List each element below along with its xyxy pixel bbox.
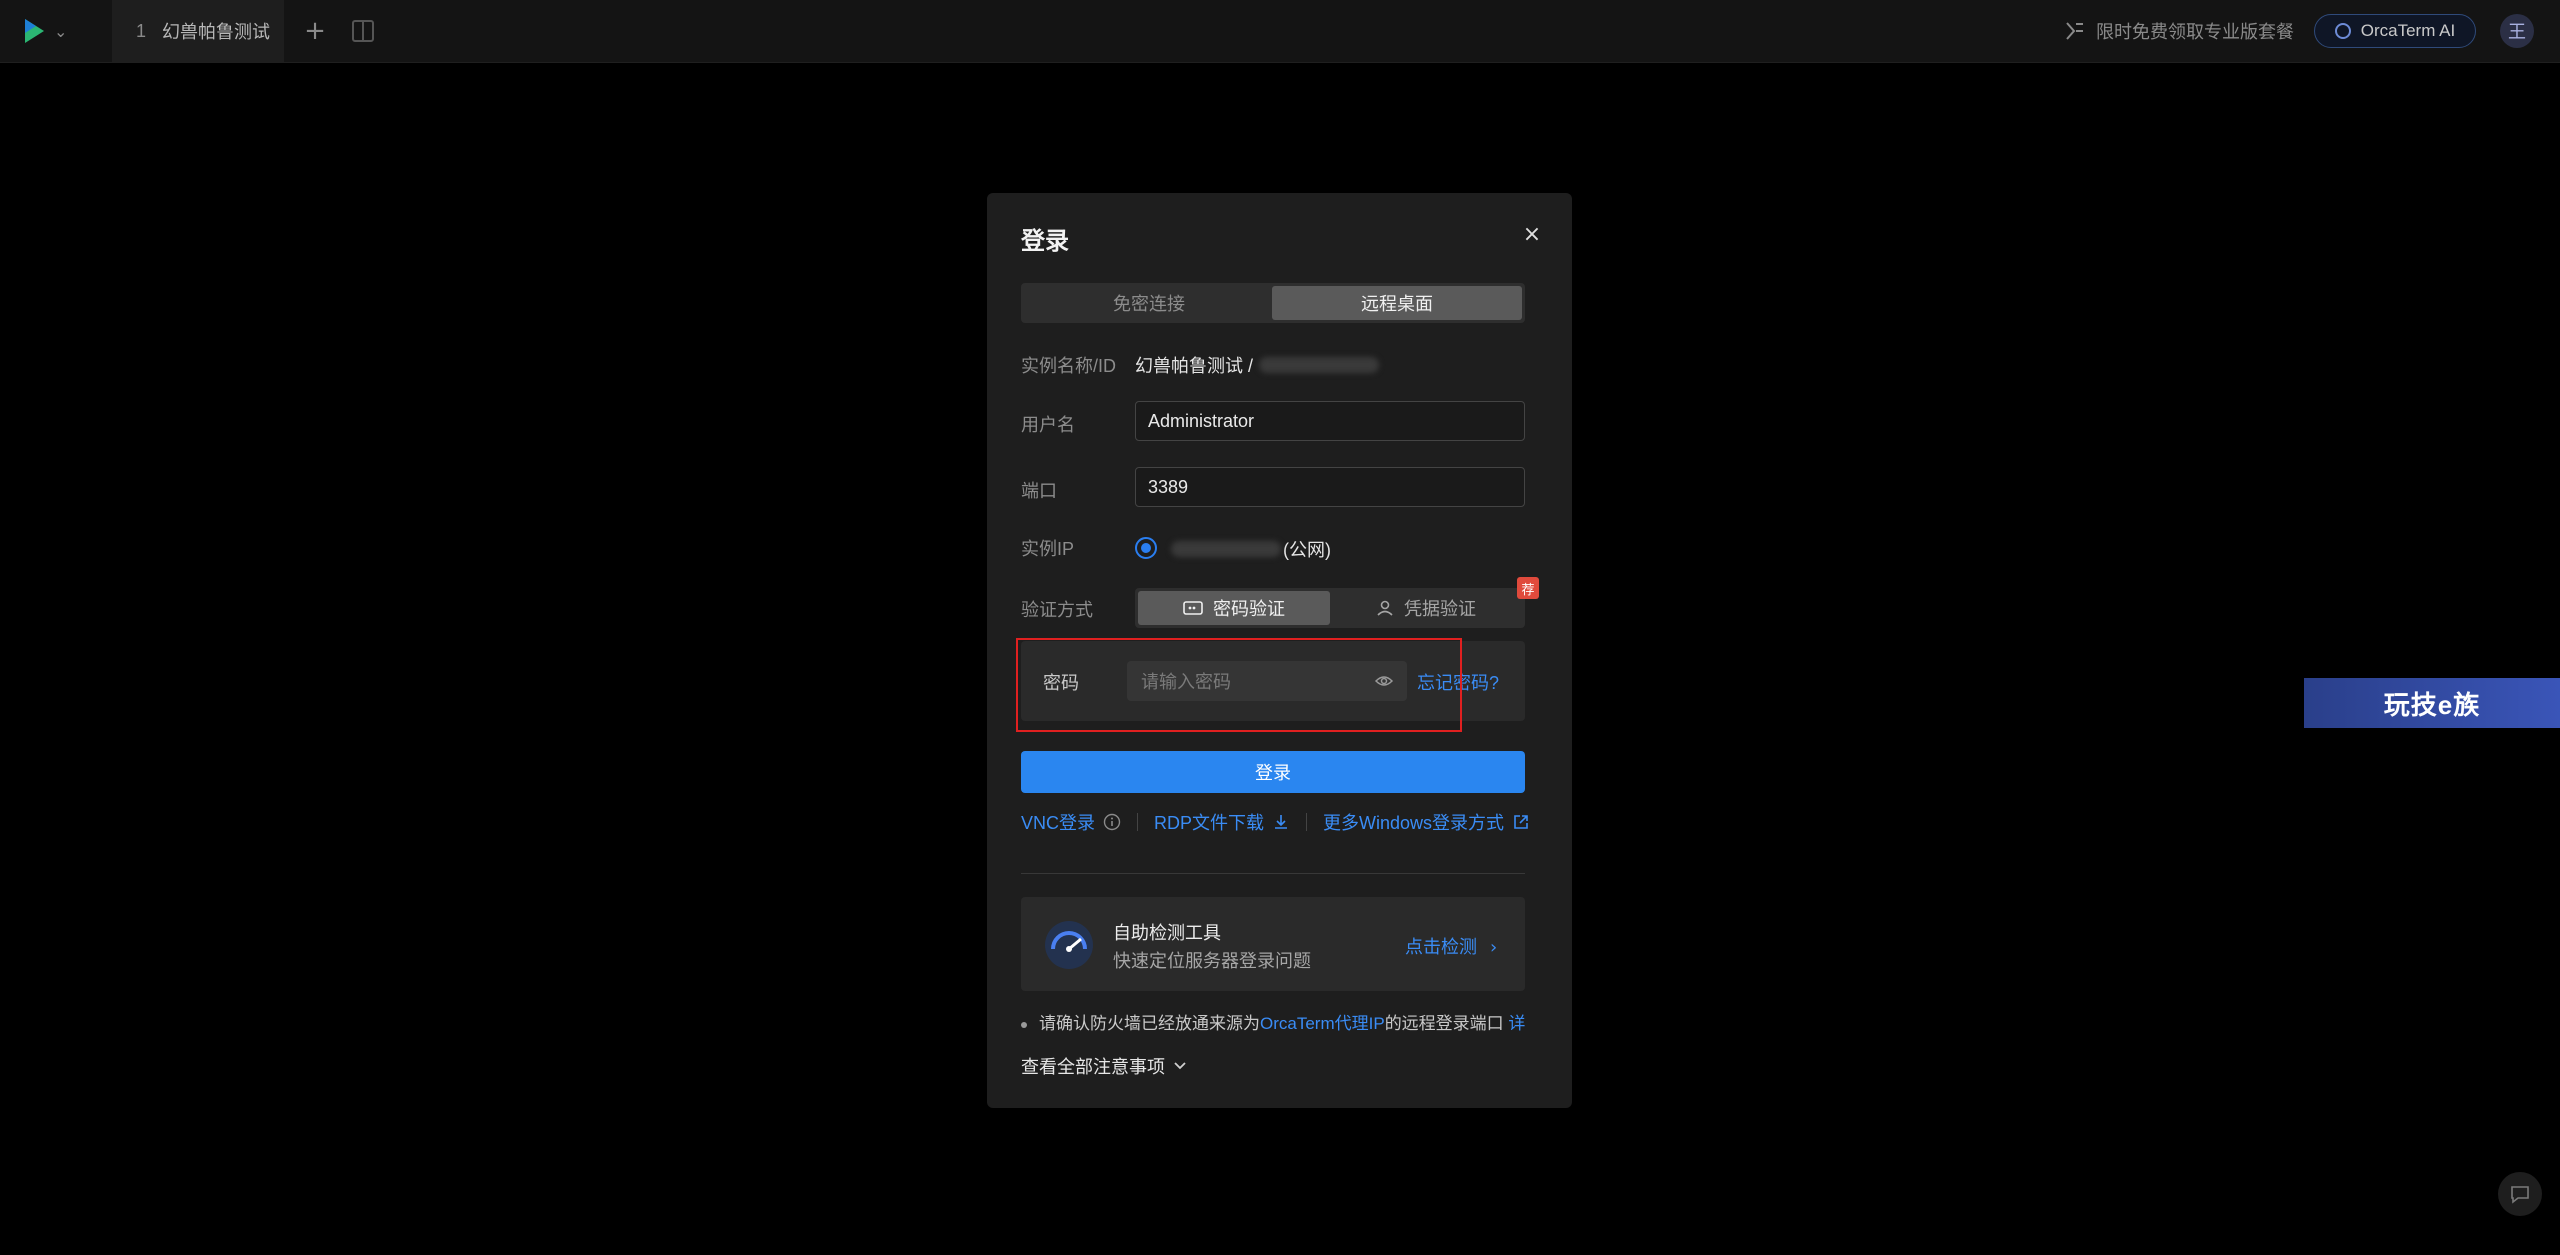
dialog-title: 登录: [1021, 228, 1069, 255]
tab-passwordless[interactable]: 免密连接: [1024, 286, 1274, 320]
instance-label: 实例名称/ID: [1021, 356, 1117, 376]
top-bar: ⌄ 1 幻兽帕鲁测试 + 限时免费领取专业版套餐 OrcaTerm AI 王: [0, 0, 2560, 63]
chat-bubble-icon: [2511, 1186, 2529, 1204]
tab-remote-desktop[interactable]: 远程桌面: [1272, 286, 1522, 320]
gift-icon: [2066, 22, 2083, 40]
external-link-icon[interactable]: [1512, 813, 1530, 831]
link-divider: [1137, 813, 1139, 831]
username-input[interactable]: Administrator: [1135, 401, 1525, 441]
ip-redacted: [1171, 541, 1281, 557]
auth-label: 验证方式: [1021, 600, 1093, 620]
instance-name: 幻兽帕鲁测试 /: [1135, 356, 1254, 376]
forgot-password-link[interactable]: 忘记密码?: [1417, 669, 1499, 695]
chevron-right-icon: ›: [1490, 937, 1498, 958]
auth-password-option[interactable]: 密码验证: [1138, 591, 1330, 625]
ai-icon: [2334, 23, 2351, 39]
auth-credential-label: 凭据验证: [1404, 599, 1476, 619]
tool-subtitle: 快速定位服务器登录问题: [1113, 951, 1311, 971]
session-tab[interactable]: 1 幻兽帕鲁测试: [112, 0, 284, 62]
chevron-down-icon: ⌄: [54, 21, 68, 41]
ip-value: (公网): [1171, 536, 1331, 562]
password-placeholder: 请输入密码: [1141, 672, 1231, 692]
bullet-dot: [1021, 1021, 1027, 1028]
password-label: 密码: [1043, 673, 1079, 693]
instance-value: 幻兽帕鲁测试 /: [1135, 352, 1380, 378]
all-notes-label: 查看全部注意事项: [1021, 1057, 1165, 1077]
tab-label: 幻兽帕鲁测试: [162, 22, 271, 42]
ip-radio[interactable]: [1135, 537, 1157, 559]
ai-button-label: OrcaTerm AI: [2360, 21, 2456, 40]
firewall-note: 请确认防火墙已经放通来源为OrcaTerm代理IP的远程登录端口 详: [1021, 1009, 1525, 1034]
port-input[interactable]: 3389: [1135, 467, 1525, 507]
app-logo-menu[interactable]: ⌄: [22, 14, 82, 48]
username-label: 用户名: [1021, 415, 1075, 435]
info-icon[interactable]: [1103, 813, 1121, 831]
port-label: 端口: [1021, 481, 1057, 501]
login-button[interactable]: 登录: [1021, 751, 1525, 793]
instance-id-redacted: [1259, 357, 1380, 373]
note-prefix: 请确认防火墙已经放通来源为: [1039, 1014, 1260, 1033]
view-all-notes-toggle[interactable]: 查看全部注意事项: [1021, 1053, 1187, 1079]
watermark-logo: 玩技e族: [2304, 678, 2560, 728]
run-check-label: 点击检测: [1405, 937, 1477, 957]
recommend-badge: 荐: [1517, 577, 1539, 599]
auth-password-label: 密码验证: [1213, 599, 1285, 619]
rdp-download-link[interactable]: RDP文件下载: [1154, 809, 1264, 835]
eye-icon[interactable]: [1375, 673, 1393, 689]
proxy-ip-link[interactable]: OrcaTerm代理IP: [1260, 1014, 1385, 1033]
chevron-down-icon: [1174, 1062, 1186, 1070]
tab-number: 1: [136, 20, 147, 41]
promo-text: 限时免费领取专业版套餐: [2096, 22, 2294, 42]
user-avatar[interactable]: 王: [2500, 14, 2534, 48]
tool-title: 自助检测工具: [1113, 923, 1221, 943]
auth-method-switch: 密码验证 凭据验证: [1135, 588, 1525, 628]
section-divider: [1021, 873, 1525, 874]
close-icon[interactable]: ×: [1517, 219, 1547, 249]
note-suffix: 的远程登录端口: [1384, 1014, 1504, 1033]
auth-credential-option[interactable]: 凭据验证: [1330, 591, 1522, 625]
ip-label: 实例IP: [1021, 539, 1075, 559]
split-view-icon[interactable]: [352, 20, 374, 42]
password-panel: 密码 请输入密码 忘记密码?: [1021, 641, 1525, 721]
promo-link[interactable]: 限时免费领取专业版套餐: [2064, 16, 2294, 46]
download-icon[interactable]: [1272, 813, 1290, 831]
add-tab-icon[interactable]: +: [300, 16, 330, 46]
run-check-link[interactable]: 点击检测 ›: [1405, 933, 1497, 959]
link-divider: [1306, 813, 1308, 831]
login-dialog: 登录 × 免密连接 远程桌面 实例名称/ID 幻兽帕鲁测试 / 用户名 Admi…: [987, 193, 1572, 1108]
orcaterm-logo-icon: [25, 19, 44, 43]
ip-suffix: (公网): [1283, 540, 1331, 560]
credential-user-icon: [1377, 600, 1393, 616]
diagnostic-gauge-icon: [1045, 921, 1093, 969]
more-windows-login-link[interactable]: 更多Windows登录方式: [1323, 809, 1504, 835]
self-check-tool-card: 自助检测工具 快速定位服务器登录问题 点击检测 ›: [1021, 897, 1525, 991]
feedback-chat-button[interactable]: [2498, 1172, 2542, 1216]
details-link[interactable]: 详: [1508, 1014, 1525, 1033]
password-card-icon: [1183, 601, 1203, 615]
login-mode-switch: 免密连接 远程桌面: [1021, 283, 1525, 323]
vnc-login-link[interactable]: VNC登录: [1021, 809, 1095, 835]
orcaterm-ai-button[interactable]: OrcaTerm AI: [2314, 14, 2476, 48]
login-links: VNC登录 RDP文件下载 更多Windows登录方式: [1021, 807, 1530, 837]
password-input[interactable]: 请输入密码: [1127, 661, 1407, 701]
